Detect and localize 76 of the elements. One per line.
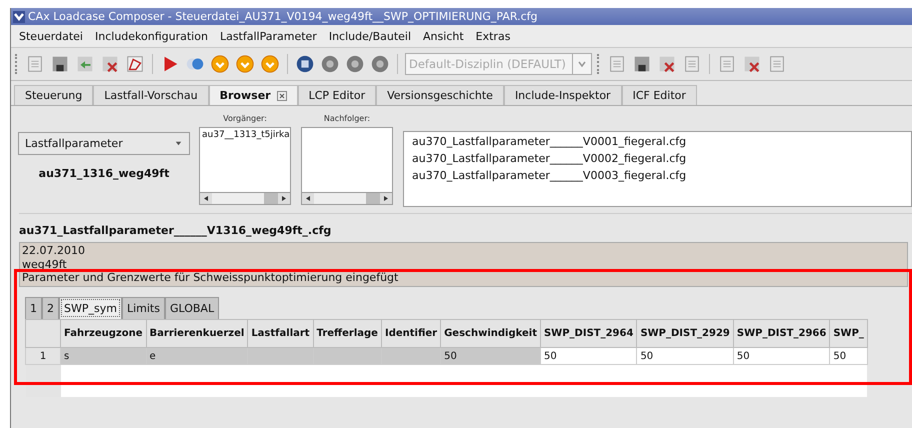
column-header[interactable]: Lastfallart	[248, 320, 314, 348]
current-parameter-name: au371_1316_weg49ft	[38, 167, 170, 180]
table-cell: s	[60, 348, 146, 364]
tab[interactable]: Include-Inspektor	[504, 85, 622, 105]
column-header[interactable]: SWP_DIST_2929	[636, 320, 734, 348]
window-menu-icon[interactable]	[13, 10, 25, 22]
caret-icon[interactable]	[174, 139, 183, 148]
scroll-left-icon[interactable]	[302, 193, 314, 204]
table-cell[interactable]: 50	[636, 348, 734, 364]
sheet-tab[interactable]: 2	[42, 297, 59, 319]
tab[interactable]: LCP Editor	[298, 85, 376, 105]
document-icon[interactable]	[607, 54, 627, 74]
delete-icon[interactable]	[742, 54, 762, 74]
table-cell: e	[146, 348, 248, 364]
corner-cell	[26, 320, 60, 348]
sheet-tab[interactable]: 1	[25, 297, 42, 319]
scroll-right-icon[interactable]	[278, 193, 290, 204]
tab[interactable]: Browser	[208, 85, 298, 105]
delete-icon[interactable]	[657, 54, 677, 74]
column-header[interactable]: SWP_DIST_2964	[540, 320, 637, 348]
save-icon[interactable]	[632, 54, 652, 74]
close-icon[interactable]	[276, 90, 287, 100]
menu-item[interactable]: Steuerdatei	[19, 30, 83, 43]
horizontal-scrollbar[interactable]	[200, 192, 290, 204]
tab[interactable]: Steuerung	[14, 85, 94, 105]
column-header[interactable]: Trefferlage	[313, 320, 382, 348]
type-dropdown[interactable]: Lastfallparameter	[18, 132, 190, 155]
version-list[interactable]: au37__1313_t5jirka	[199, 127, 291, 205]
list-label: Vorgänger:	[223, 114, 267, 123]
table-cell[interactable]: 50	[733, 348, 830, 364]
menu-item[interactable]: Include/Bauteil	[328, 30, 412, 43]
toolbar-grip[interactable]	[15, 54, 20, 74]
table-cell[interactable]: 50	[540, 348, 637, 364]
menu-item[interactable]: LastfallParameter	[220, 30, 317, 43]
column-header[interactable]: Fahrzeugzone	[60, 320, 146, 348]
column-header[interactable]: Barrierenkuerzel	[146, 320, 248, 348]
comment-text: weg49ft Parameter und Grenzwerte für Schweisspunktoptimierung eingefügt	[21, 258, 400, 286]
list-item[interactable]: au370_Lastfallparameter______V0002_fiegeral.cfg	[412, 152, 903, 165]
sheet-tab[interactable]: SWP_sym	[59, 297, 122, 319]
menu-item[interactable]: Includekonfiguration	[95, 30, 208, 43]
column-header[interactable]: SWP_DIST_2966	[733, 320, 830, 348]
list-item[interactable]: au370_Lastfallparameter______V0001_fiegeral.cfg	[412, 135, 903, 148]
table-cell[interactable]: 50	[830, 348, 868, 364]
tab[interactable]: Versionsgeschichte	[376, 85, 504, 105]
tab[interactable]: Lastfall-Vorschau	[93, 85, 209, 105]
file-name: au371_Lastfallparameter______V1316_weg49ft_.cfg	[19, 223, 332, 239]
save-icon[interactable]	[50, 54, 70, 74]
menu-item[interactable]: Ansicht	[423, 30, 464, 43]
column-header[interactable]: Geschwindigkeit	[440, 320, 540, 348]
scroll-right-icon[interactable]	[380, 193, 392, 204]
tab[interactable]: ICF Editor	[622, 85, 697, 105]
sheet-tab[interactable]: GLOBAL	[164, 297, 220, 319]
disc-icon[interactable]	[320, 54, 340, 74]
column-header[interactable]: SWP_	[830, 320, 868, 348]
list-item[interactable]: au37__1313_t5jirka	[202, 130, 288, 140]
document-icon[interactable]	[682, 54, 702, 74]
graph-icon[interactable]	[125, 54, 145, 74]
sheet-tab[interactable]: Limits	[122, 297, 165, 319]
date-text: 22.07.2010	[21, 243, 86, 258]
scroll-left-icon[interactable]	[200, 193, 212, 204]
window-title: CAx Loadcase Composer - Steuerdatei_AU371_V0194_weg49ft__SWP_OPTIMIERUNG_PAR.cfg	[28, 10, 538, 23]
file-list[interactable]: au370_Lastfallparameter______V0001_fiegeral.cfg au370_Lastfallparameter______V0002_fiegeral.cfg au370_Lastfallparameter______V0003_fiegeral.cfg	[403, 131, 912, 207]
table-cell: 50	[440, 348, 540, 364]
menu-item[interactable]: Extras	[476, 30, 510, 43]
horizontal-scrollbar[interactable]	[302, 192, 392, 204]
toolbar-grip[interactable]	[597, 54, 602, 74]
document-icon[interactable]	[25, 54, 45, 74]
column-header[interactable]: Identifier	[381, 320, 441, 348]
disc-icon[interactable]	[370, 54, 390, 74]
delete-icon[interactable]	[100, 54, 120, 74]
document-icon[interactable]	[717, 54, 737, 74]
list-item[interactable]: au370_Lastfallparameter______V0003_fiegeral.cfg	[412, 169, 903, 182]
disc-icon[interactable]	[345, 54, 365, 74]
row-header: 1	[26, 348, 60, 364]
document-icon[interactable]	[767, 54, 787, 74]
list-label: Nachfolger:	[324, 114, 370, 123]
